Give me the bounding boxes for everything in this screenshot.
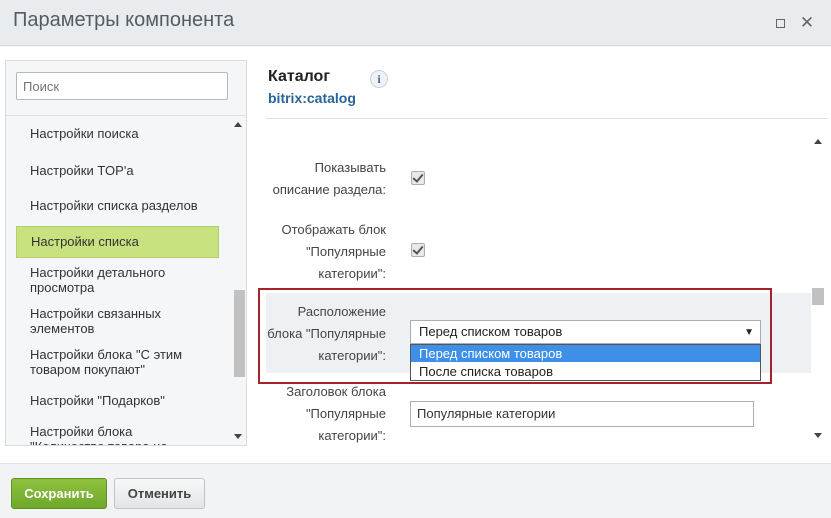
sidebar-item-top-settings[interactable]: Настройки TOP'а (16, 163, 219, 178)
info-icon[interactable]: i (370, 70, 388, 88)
scroll-down-icon[interactable] (814, 433, 822, 438)
sidebar-item-gifts-settings[interactable]: Настройки "Подарков" (16, 393, 219, 408)
close-icon[interactable]: ✕ (797, 13, 817, 33)
maximize-icon[interactable] (770, 13, 790, 33)
component-name: Каталог (268, 68, 330, 85)
sidebar-nav: Настройки поиска Настройки TOP'а Настрой… (6, 116, 230, 445)
save-button[interactable]: Сохранить (11, 478, 107, 509)
properties-scrollbar[interactable] (811, 135, 825, 443)
sidebar-item-related-settings[interactable]: Настройки связанных элементов (16, 306, 219, 336)
popular-block-title-input[interactable]: Популярные категории (410, 401, 754, 427)
sidebar-item-also-bought-settings[interactable]: Настройки блока "С этим товаром покупают… (16, 347, 219, 377)
component-code: bitrix:catalog (268, 90, 356, 106)
highlight-frame (258, 288, 772, 384)
dialog-body: Настройки поиска Настройки TOP'а Настрой… (0, 47, 831, 463)
show-section-description-label: Показывать описание раздела: (272, 160, 386, 197)
show-section-description-checkbox[interactable] (411, 171, 425, 185)
dialog-title: Параметры компонента (13, 9, 235, 31)
sidebar-item-detail-settings[interactable]: Настройки детального просмотра (16, 265, 219, 295)
scroll-down-icon[interactable] (234, 434, 242, 439)
popular-block-title-label: Заголовок блока "Популярные категории": (286, 384, 386, 443)
component-parameters-dialog: Параметры компонента ✕ Настройки поиска … (0, 0, 831, 518)
title-bar: Параметры компонента ✕ (0, 0, 831, 46)
search-input[interactable] (16, 72, 228, 100)
show-popular-block-checkbox[interactable] (411, 243, 425, 257)
sidebar-item-search-settings[interactable]: Настройки поиска (16, 126, 219, 141)
header-divider (266, 118, 827, 119)
scrollbar-thumb[interactable] (234, 290, 245, 377)
sidebar-item-list-settings[interactable]: Настройки списка (16, 226, 219, 258)
sidebar-item-section-list-settings[interactable]: Настройки списка разделов (16, 198, 219, 213)
scrollbar-thumb[interactable] (812, 288, 824, 305)
scroll-up-icon[interactable] (234, 122, 242, 127)
dialog-footer: Сохранить Отменить (0, 463, 831, 518)
cancel-button[interactable]: Отменить (114, 478, 205, 509)
sidebar-item-stock-settings[interactable]: Настройки блока "Количество товара на ск… (16, 424, 219, 445)
scroll-up-icon[interactable] (814, 139, 822, 144)
sidebar-scrollbar[interactable] (231, 116, 245, 445)
show-popular-block-label: Отображать блок "Популярные категории": (281, 222, 386, 281)
settings-sidebar: Настройки поиска Настройки TOP'а Настрой… (5, 60, 247, 446)
